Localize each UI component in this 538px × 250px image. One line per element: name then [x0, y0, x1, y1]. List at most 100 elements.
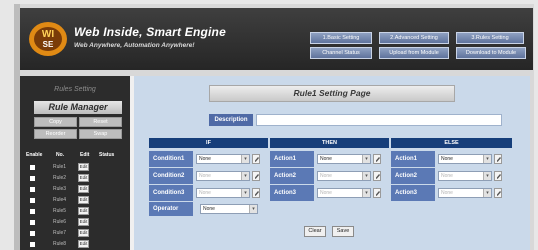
edit-rule-button[interactable]: Edit: [78, 185, 89, 193]
select-value: None: [441, 190, 453, 196]
rule-name: Rule5: [53, 208, 67, 214]
edit-icon[interactable]: [494, 188, 502, 198]
rules-setting-button[interactable]: 3.Rules Setting: [456, 32, 524, 44]
chevron-down-icon: ▾: [362, 172, 370, 180]
column-no: No.: [56, 152, 65, 158]
enable-checkbox[interactable]: [30, 165, 35, 170]
rule-row: Rule2 Edit: [20, 174, 130, 183]
edit-rule-button[interactable]: Edit: [78, 240, 89, 248]
copy-button[interactable]: Copy: [34, 117, 77, 127]
condition-select[interactable]: None ▾: [196, 188, 250, 198]
then-action-select[interactable]: None ▾: [317, 188, 371, 198]
reorder-button[interactable]: Reorder: [34, 129, 77, 139]
edit-rule-button[interactable]: Edit: [78, 196, 89, 204]
channel-status-button[interactable]: Channel Status: [310, 47, 372, 59]
chevron-down-icon: ▾: [241, 155, 249, 163]
chevron-down-icon: ▾: [483, 172, 491, 180]
condition-label: Condition2: [149, 168, 193, 184]
chevron-down-icon: ▾: [483, 155, 491, 163]
rules-sidebar: Rules Setting Rule Manager Copy Reset Re…: [20, 76, 130, 250]
edit-icon[interactable]: [494, 154, 502, 164]
then-action-select[interactable]: None ▾: [317, 171, 371, 181]
edit-icon[interactable]: [252, 154, 260, 164]
then-action-label: Action1: [270, 151, 314, 167]
else-section-header: ELSE: [391, 138, 512, 148]
column-edit: Edit: [80, 152, 90, 158]
select-value: None: [320, 190, 332, 196]
edit-rule-button[interactable]: Edit: [78, 174, 89, 182]
else-action-select[interactable]: None ▾: [438, 154, 492, 164]
edit-rule-button[interactable]: Edit: [78, 207, 89, 215]
rule-row: Rule4 Edit: [20, 196, 130, 205]
rule-manager-title: Rule Manager: [34, 101, 122, 114]
enable-checkbox[interactable]: [30, 209, 35, 214]
then-section-header: THEN: [270, 138, 389, 148]
rule-row: Rule7 Edit: [20, 229, 130, 238]
save-button[interactable]: Save: [332, 226, 354, 237]
enable-checkbox[interactable]: [30, 176, 35, 181]
operator-select[interactable]: None ▾: [200, 204, 258, 214]
then-action-label: Action2: [270, 168, 314, 184]
edit-icon[interactable]: [373, 171, 381, 181]
download-to-module-button[interactable]: Download to Module: [456, 47, 526, 59]
rule-row: Rule1 Edit: [20, 163, 130, 172]
select-value: None: [199, 156, 211, 162]
brand-subtitle: Web Anywhere, Automation Anywhere!: [74, 42, 195, 49]
else-action-label: Action1: [391, 151, 435, 167]
rule-name: Rule1: [53, 164, 67, 170]
if-section-header: IF: [149, 138, 268, 148]
then-action-select[interactable]: None ▾: [317, 154, 371, 164]
condition-select[interactable]: None ▾: [196, 154, 250, 164]
basic-setting-button[interactable]: 1.Basic Setting: [310, 32, 372, 44]
else-action-select[interactable]: None ▾: [438, 188, 492, 198]
edit-icon[interactable]: [252, 171, 260, 181]
chevron-down-icon: ▾: [249, 205, 257, 213]
chevron-down-icon: ▾: [362, 155, 370, 163]
advanced-setting-button[interactable]: 2.Advanced Setting: [379, 32, 449, 44]
condition-label: Condition1: [149, 151, 193, 167]
svg-text:WI: WI: [42, 29, 54, 40]
app-header: WI SE Web Inside, Smart Engine Web Anywh…: [20, 8, 533, 70]
operator-select-value: None: [203, 206, 215, 212]
select-value: None: [441, 173, 453, 179]
column-status: Status: [99, 152, 115, 158]
sidebar-heading: Rules Setting: [54, 86, 96, 93]
chevron-down-icon: ▾: [362, 189, 370, 197]
description-label: Description: [209, 114, 253, 126]
edit-rule-button[interactable]: Edit: [78, 229, 89, 237]
brand-title: Web Inside, Smart Engine: [74, 25, 226, 39]
svg-text:SE: SE: [43, 40, 54, 49]
logo-icon: WI SE: [29, 22, 67, 56]
rule-name: Rule4: [53, 197, 67, 203]
enable-checkbox[interactable]: [30, 220, 35, 225]
edit-icon[interactable]: [373, 188, 381, 198]
description-input[interactable]: [256, 114, 502, 126]
chevron-down-icon: ▾: [241, 189, 249, 197]
operator-label: Operator: [149, 202, 193, 216]
edit-rule-button[interactable]: Edit: [78, 163, 89, 171]
edit-icon[interactable]: [252, 188, 260, 198]
rule-name: Rule3: [53, 186, 67, 192]
rule-name: Rule6: [53, 219, 67, 225]
edit-icon[interactable]: [494, 171, 502, 181]
edit-icon[interactable]: [373, 154, 381, 164]
select-value: None: [199, 173, 211, 179]
condition-select[interactable]: None ▾: [196, 171, 250, 181]
upload-from-module-button[interactable]: Upload from Module: [379, 47, 449, 59]
clear-button[interactable]: Clear: [304, 226, 326, 237]
else-action-label: Action3: [391, 185, 435, 201]
reset-button[interactable]: Reset: [79, 117, 122, 127]
enable-checkbox[interactable]: [30, 242, 35, 247]
select-value: None: [320, 173, 332, 179]
enable-checkbox[interactable]: [30, 198, 35, 203]
rule-row: Rule8 Edit: [20, 240, 130, 249]
page-title: Rule1 Setting Page: [209, 85, 455, 102]
edit-rule-button[interactable]: Edit: [78, 218, 89, 226]
rule-name: Rule7: [53, 230, 67, 236]
enable-checkbox[interactable]: [30, 187, 35, 192]
select-value: None: [199, 190, 211, 196]
chevron-down-icon: ▾: [241, 172, 249, 180]
swap-button[interactable]: Swap: [79, 129, 122, 139]
else-action-select[interactable]: None ▾: [438, 171, 492, 181]
enable-checkbox[interactable]: [30, 231, 35, 236]
